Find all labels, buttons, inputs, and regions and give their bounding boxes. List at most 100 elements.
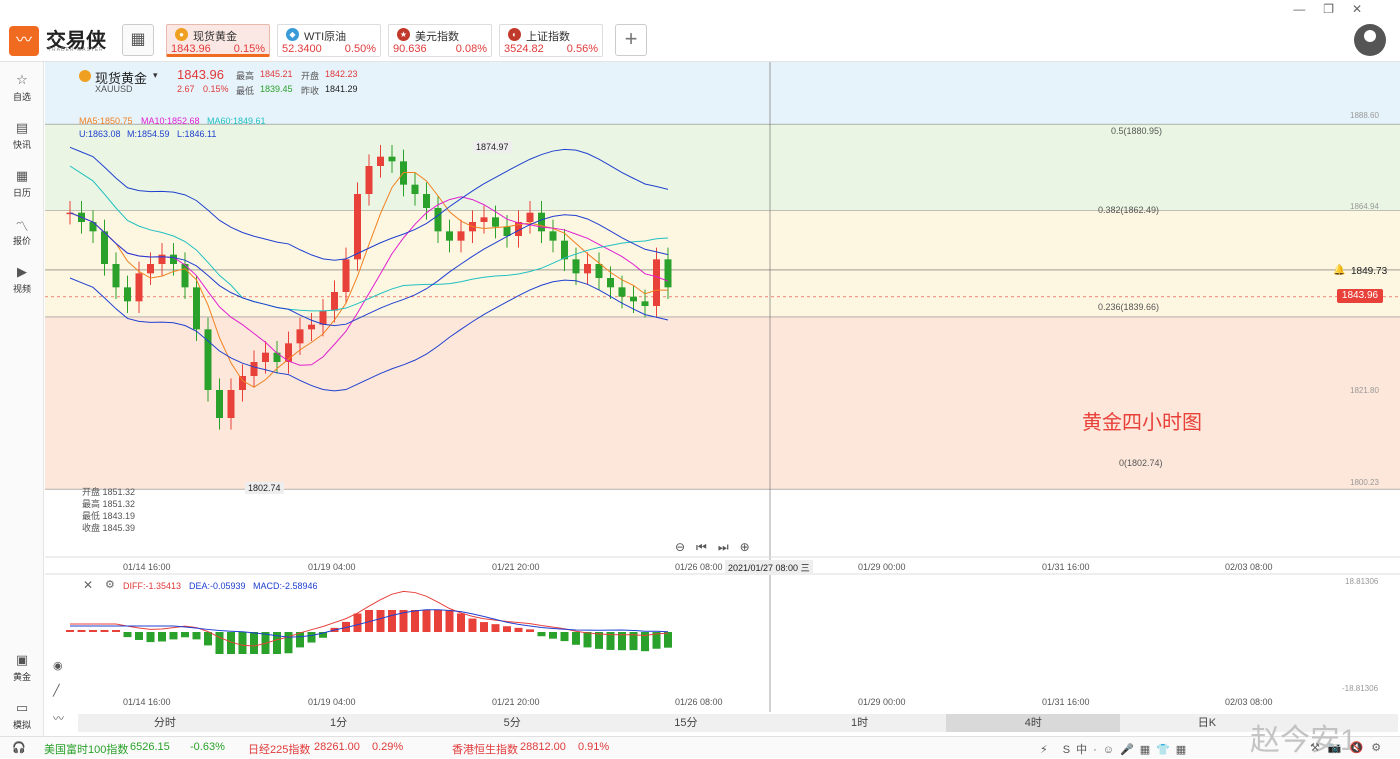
period-15m[interactable]: 15分 <box>599 714 773 732</box>
fib-zone-0382 <box>45 210 1400 317</box>
price-change: 2.67 <box>177 84 195 94</box>
alert-bell-icon[interactable]: 🔔 <box>1333 265 1345 276</box>
chart-area[interactable]: 现货黄金 ▾ XAUUSD 1843.96 2.67 0.15% 最高 1845… <box>45 62 1400 725</box>
candle-body <box>584 264 591 274</box>
sidebar-item-video[interactable]: ▶ 视频 <box>0 264 44 295</box>
macd-bar <box>100 630 109 632</box>
macd-bar <box>514 627 523 632</box>
ticker-hsi-name[interactable]: 香港恒生指数 <box>452 741 518 757</box>
sidebar: ☆ 自选 ▤ 快讯 ▦ 日历 〽报价 ▶ 视频 ▣ 黄金 ▭ 模拟 <box>0 62 44 738</box>
candle-body <box>561 240 568 260</box>
candle-body <box>503 226 511 236</box>
headset-icon[interactable]: 🎧 <box>12 741 26 754</box>
tab-sse[interactable]: ◐ 上证指数 3524.82 0.56% <box>499 24 603 57</box>
candle-body <box>250 362 258 376</box>
fib-label-0500: 0.5(1880.95) <box>1111 126 1163 136</box>
macd-bar <box>583 632 592 648</box>
prev-close-value: 1841.29 <box>325 84 358 94</box>
quote-icon: 〽 <box>15 219 29 234</box>
crosshair-time-label: 2021/01/27 08:00 三 <box>725 560 813 575</box>
macd-bar <box>204 632 212 646</box>
candle-body <box>319 310 327 325</box>
video-icon: ▶ <box>17 264 27 279</box>
period-5m[interactable]: 5分 <box>425 714 599 732</box>
indicator-settings-icon[interactable]: ⚙ <box>105 578 115 591</box>
candle-body <box>480 217 488 222</box>
period-tick[interactable]: 分时 <box>78 714 252 732</box>
sidebar-item-gold[interactable]: ▣ 黄金 <box>0 652 44 683</box>
gold-calc-icon: ▣ <box>15 652 29 667</box>
ticker-nikkei-name[interactable]: 日经225指数 <box>248 741 310 757</box>
macd-bar <box>549 632 557 639</box>
fib-label-0382: 0.382(1862.49) <box>1098 205 1160 215</box>
add-tab-button[interactable]: + <box>615 24 647 56</box>
macd-bar <box>572 632 580 645</box>
tab-gold[interactable]: ● 现货黄金 1843.96 0.15% <box>166 24 270 57</box>
candle-body <box>227 390 235 418</box>
candle-body <box>434 208 442 232</box>
app-subtitle: TRADER MASTER <box>48 47 104 53</box>
candle-body <box>630 296 637 302</box>
period-1h[interactable]: 1时 <box>773 714 947 732</box>
candle-body <box>653 259 660 306</box>
candlestick-chart[interactable] <box>45 62 1400 712</box>
indicator-menu-icon[interactable]: ◉ <box>53 659 63 672</box>
candle-body <box>147 264 154 274</box>
sidebar-item-favorites[interactable]: ☆ 自选 <box>0 72 44 103</box>
candle-body <box>572 259 580 274</box>
macd-bar <box>77 630 86 632</box>
ticker-ftse-name[interactable]: 美国富时100指数 <box>44 741 128 757</box>
zoom-controls[interactable]: ⊖⏮⏭⊕ <box>675 540 761 555</box>
tray-icons[interactable]: ⚡ S中·☺🎤▦👕▦ <box>1040 741 1192 757</box>
high-value: 1845.21 <box>260 69 293 79</box>
candle-body <box>262 352 269 362</box>
sidebar-item-calendar[interactable]: ▦ 日历 <box>0 168 44 199</box>
macd-bar <box>353 613 362 632</box>
gold-icon <box>79 70 91 82</box>
tab-wti[interactable]: ◆ WTI原油 52.3400 0.50% <box>277 24 381 57</box>
macd-bar <box>215 632 224 654</box>
sidebar-item-simulate[interactable]: ▭ 模拟 <box>0 700 44 731</box>
macd-diff-label: DIFF:-1.35413 <box>123 581 182 591</box>
ohlc-info-box: 开盘 1851.32 最高 1851.32 最低 1843.19 收盘 1845… <box>82 487 136 533</box>
sidebar-item-quotes[interactable]: 〽报价 <box>0 216 44 247</box>
star-icon: ☆ <box>16 72 28 87</box>
system-icons[interactable]: ⚒📷🔇⚙ <box>1310 741 1389 754</box>
candle-body <box>641 301 649 306</box>
open-value: 1842.23 <box>325 69 358 79</box>
draw-tool-icon[interactable]: ╱ <box>53 684 60 697</box>
last-price-label: 1843.96 <box>1337 289 1383 303</box>
macd-bar <box>307 632 316 643</box>
candle-body <box>549 231 557 241</box>
macd-bar <box>181 632 189 638</box>
macd-bar <box>457 613 465 632</box>
macd-bar <box>388 610 396 632</box>
layout-grid-button[interactable]: ▦ <box>122 24 154 56</box>
macd-bar <box>250 632 258 654</box>
macd-bar <box>526 629 534 632</box>
candle-body <box>377 156 384 166</box>
period-1m[interactable]: 1分 <box>252 714 426 732</box>
tab-usd-index[interactable]: ★ 美元指数 90.636 0.08% <box>388 24 492 57</box>
period-4h[interactable]: 4时 <box>946 714 1121 732</box>
chart-annotation-title: 黄金四小时图 <box>1082 412 1202 434</box>
crosshair-price-label: 1849.73 <box>1351 266 1388 277</box>
candle-body <box>331 292 338 311</box>
sidebar-item-news[interactable]: ▤ 快讯 <box>0 120 44 151</box>
macd-bar <box>169 632 178 640</box>
avatar[interactable] <box>1354 24 1386 56</box>
macd-bar <box>238 632 247 654</box>
candle-body <box>388 156 396 162</box>
macd-dea-label: DEA:-0.05939 <box>189 581 246 591</box>
ma5-label: MA5:1850.75 <box>79 116 133 126</box>
peak-label: 1874.97 <box>473 141 512 153</box>
window-controls[interactable]: —❐✕ <box>1293 2 1380 16</box>
macd-bar <box>135 632 143 640</box>
close-indicator-icon[interactable]: ✕ <box>83 578 93 592</box>
news-icon: ▤ <box>15 120 29 135</box>
candle-body <box>526 212 534 222</box>
candle-body <box>354 194 361 260</box>
symbol-dropdown-icon[interactable]: ▾ <box>153 70 158 81</box>
chart-type-icon[interactable]: 〰 <box>53 710 64 726</box>
macd-bar <box>445 610 454 632</box>
